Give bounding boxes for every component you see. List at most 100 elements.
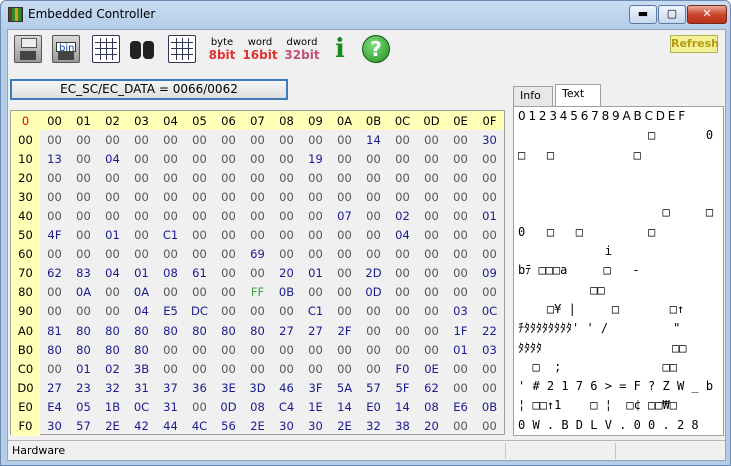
grid-cell[interactable]: 80 (127, 321, 156, 340)
grid-cell[interactable]: 03 (475, 340, 504, 359)
grid-cell[interactable]: 08 (243, 397, 272, 416)
grid-cell[interactable]: 00 (330, 264, 359, 283)
grid-cell[interactable]: 01 (98, 226, 127, 245)
grid-cell[interactable]: 00 (98, 206, 127, 225)
grid-cell[interactable]: 00 (185, 397, 214, 416)
grid-cell[interactable]: 00 (156, 340, 185, 359)
dword-view-button[interactable]: dword 32bit (284, 32, 320, 66)
grid-cell[interactable]: 00 (330, 283, 359, 302)
grid-cell[interactable]: 00 (417, 206, 446, 225)
grid-cell[interactable]: 69 (243, 245, 272, 264)
grid-cell[interactable]: 80 (214, 321, 243, 340)
grid-cell[interactable]: 00 (388, 283, 417, 302)
grid-cell[interactable]: 2E (243, 417, 272, 436)
close-button[interactable]: ✕ (687, 5, 727, 24)
grid-cell[interactable]: 00 (156, 245, 185, 264)
grid-cell[interactable]: 0D (214, 397, 243, 416)
grid-cell[interactable]: 0B (272, 283, 301, 302)
grid-cell[interactable]: 01 (69, 359, 98, 378)
grid-cell[interactable]: 20 (272, 264, 301, 283)
grid-cell[interactable]: 00 (40, 302, 69, 321)
grid-cell[interactable]: 62 (40, 264, 69, 283)
grid-cell[interactable]: 00 (40, 283, 69, 302)
grid-cell[interactable]: C4 (272, 397, 301, 416)
grid-cell[interactable]: 00 (446, 187, 475, 206)
grid-cell[interactable]: 00 (417, 226, 446, 245)
grid-cell[interactable]: 00 (446, 168, 475, 187)
grid-cell[interactable]: 00 (475, 168, 504, 187)
grid-cell[interactable]: 00 (214, 302, 243, 321)
grid-cell[interactable]: 00 (475, 417, 504, 436)
grid-cell[interactable]: 00 (185, 130, 214, 149)
grid-cell[interactable]: 80 (40, 340, 69, 359)
grid-cell[interactable]: 00 (40, 245, 69, 264)
grid-cell[interactable]: 4F (40, 226, 69, 245)
grid-cell[interactable]: 00 (446, 206, 475, 225)
grid-cell[interactable]: 00 (475, 226, 504, 245)
grid-cell[interactable]: 00 (417, 130, 446, 149)
grid-cell[interactable]: 30 (272, 417, 301, 436)
find-button[interactable] (126, 32, 158, 66)
grid-cell[interactable]: 00 (388, 168, 417, 187)
grid-cell[interactable]: 00 (98, 130, 127, 149)
grid-cell[interactable]: 00 (243, 340, 272, 359)
grid-cell[interactable]: 00 (243, 206, 272, 225)
grid-cell[interactable]: 00 (69, 245, 98, 264)
grid-cell[interactable]: 07 (330, 206, 359, 225)
grid-cell[interactable]: 00 (272, 206, 301, 225)
grid-cell[interactable]: 00 (40, 359, 69, 378)
grid-cell[interactable]: 00 (214, 340, 243, 359)
grid-cell[interactable]: 00 (446, 264, 475, 283)
grid-cell[interactable]: 00 (330, 168, 359, 187)
grid-cell[interactable]: 00 (243, 226, 272, 245)
grid-cell[interactable]: 00 (359, 149, 388, 168)
grid-cell[interactable]: 5A (330, 378, 359, 397)
grid-cell[interactable]: 00 (185, 187, 214, 206)
grid-cell[interactable]: 00 (127, 226, 156, 245)
grid-cell[interactable]: 2E (98, 417, 127, 436)
grid-cell[interactable]: 80 (69, 321, 98, 340)
text-view-panel[interactable]: 0 1 2 3 4 5 6 7 8 9 A B C D E F □ 0 □ □ □… (513, 106, 724, 436)
grid-cell[interactable]: 00 (446, 378, 475, 397)
grid-cell[interactable]: 00 (417, 245, 446, 264)
grid-cell[interactable]: 00 (214, 359, 243, 378)
grid-cell[interactable]: 62 (417, 378, 446, 397)
grid-cell[interactable]: 00 (272, 340, 301, 359)
grid-cell[interactable]: 00 (359, 206, 388, 225)
grid-cell[interactable]: 00 (446, 130, 475, 149)
grid-cell[interactable]: 00 (301, 245, 330, 264)
grid-cell[interactable]: 01 (301, 264, 330, 283)
grid-cell[interactable]: 00 (127, 168, 156, 187)
grid-cell[interactable]: 00 (214, 226, 243, 245)
grid-cell[interactable]: 00 (156, 283, 185, 302)
grid-cell[interactable]: E6 (446, 397, 475, 416)
grid-cell[interactable]: 00 (330, 226, 359, 245)
grid-cell[interactable]: 00 (127, 187, 156, 206)
grid-cell[interactable]: 80 (69, 340, 98, 359)
grid-cell[interactable]: 00 (69, 130, 98, 149)
grid-cell[interactable]: 00 (185, 168, 214, 187)
grid-cell[interactable]: 00 (417, 187, 446, 206)
grid-cell[interactable]: 00 (98, 302, 127, 321)
grid-cell[interactable]: 00 (69, 206, 98, 225)
grid-cell[interactable]: 00 (446, 417, 475, 436)
grid-cell[interactable]: 80 (127, 340, 156, 359)
grid-cell[interactable]: 00 (417, 168, 446, 187)
grid-cell[interactable]: 09 (475, 264, 504, 283)
grid-cell[interactable]: 2E (330, 417, 359, 436)
grid-cell[interactable]: 00 (388, 264, 417, 283)
grid-cell[interactable]: 00 (272, 149, 301, 168)
grid-cell[interactable]: 00 (98, 283, 127, 302)
tab-text[interactable]: Text (555, 84, 601, 106)
grid-cell[interactable]: 00 (330, 149, 359, 168)
grid-cell[interactable]: 00 (127, 245, 156, 264)
grid-cell[interactable]: 00 (359, 302, 388, 321)
grid-cell[interactable]: E0 (359, 397, 388, 416)
grid-cell[interactable]: 44 (156, 417, 185, 436)
grid-cell[interactable]: 83 (69, 264, 98, 283)
grid-cell[interactable]: 00 (40, 130, 69, 149)
grid-cell[interactable]: 3E (214, 378, 243, 397)
grid-cell[interactable]: 00 (475, 359, 504, 378)
grid-cell[interactable]: 80 (156, 321, 185, 340)
grid-cell[interactable]: E5 (156, 302, 185, 321)
